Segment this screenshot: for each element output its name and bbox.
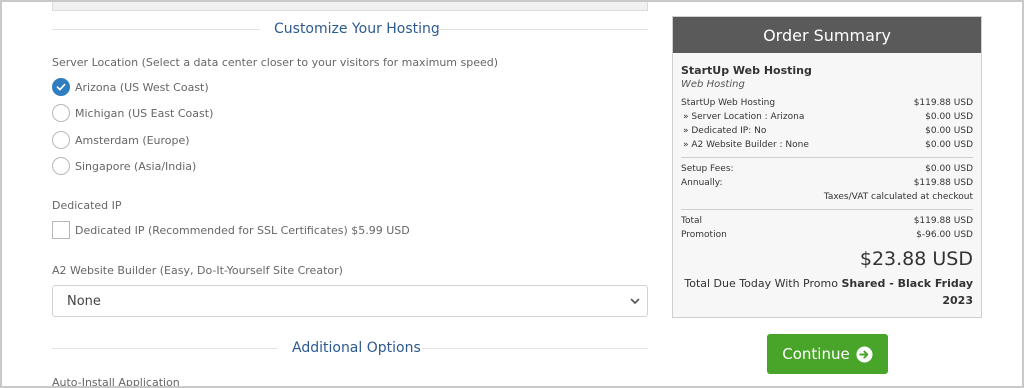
summary-divider: [681, 157, 973, 158]
summary-product-group: Web Hosting: [681, 79, 745, 90]
checkbox-label: Dedicated IP (Recommended for SSL Certif…: [75, 223, 410, 237]
customize-heading: Customize Your Hosting: [52, 19, 648, 39]
page-frame: Customize Your Hosting Server Location (…: [0, 0, 1024, 388]
previous-panel-edge: [52, 2, 648, 11]
summary-line: » A2 Website Builder : None $0.00 USD: [681, 138, 973, 152]
website-builder-select[interactable]: None: [52, 285, 648, 317]
order-summary: Order Summary StartUp Web Hosting Web Ho…: [672, 16, 982, 318]
annually-row: Annually: $119.88 USD: [681, 176, 973, 190]
summary-divider: [681, 209, 973, 210]
setup-fees-value: $0.00 USD: [925, 164, 973, 174]
dedicated-ip-label: Dedicated IP: [52, 199, 122, 212]
continue-button[interactable]: Continue: [767, 334, 888, 374]
radio-arizona[interactable]: Arizona (US West Coast): [52, 78, 209, 96]
total-due-text: Total Due Today With Promo Shared - Blac…: [681, 275, 973, 309]
customize-title: Customize Your Hosting: [274, 21, 440, 37]
dedicated-ip-checkbox[interactable]: Dedicated IP (Recommended for SSL Certif…: [52, 221, 410, 239]
order-summary-body: StartUp Web Hosting Web Hosting StartUp …: [673, 64, 981, 309]
promotion-row: Promotion $-96.00 USD: [681, 228, 973, 242]
promo-name: Shared - Black Friday 2023: [841, 277, 973, 307]
radio-indicator: [52, 157, 70, 175]
annually-label: Annually:: [681, 178, 723, 188]
total-label: Total: [681, 216, 703, 226]
summary-line: » Server Location : Arizona $0.00 USD: [681, 110, 973, 124]
heading-rule-left: [52, 29, 260, 30]
order-summary-header: Order Summary: [673, 17, 981, 53]
radio-singapore[interactable]: Singapore (Asia/India): [52, 157, 196, 175]
summary-line-label: » Server Location : Arizona: [683, 112, 805, 122]
radio-indicator: [52, 131, 70, 149]
summary-line-value: $0.00 USD: [925, 140, 973, 150]
additional-title: Additional Options: [292, 340, 421, 356]
heading-rule-left: [52, 348, 278, 349]
radio-label: Arizona (US West Coast): [75, 80, 209, 94]
setup-fees-label: Setup Fees:: [681, 164, 734, 174]
summary-line: » Dedicated IP: No $0.00 USD: [681, 124, 973, 138]
checkbox-box[interactable]: [52, 221, 70, 239]
server-location-label: Server Location (Select a data center cl…: [52, 56, 499, 69]
annually-value: $119.88 USD: [913, 178, 973, 188]
summary-line: StartUp Web Hosting $119.88 USD: [681, 96, 973, 110]
arrow-right-circle-icon: [856, 345, 873, 363]
summary-line-value: $119.88 USD: [913, 98, 973, 108]
radio-michigan[interactable]: Michigan (US East Coast): [52, 104, 213, 122]
summary-line-label: » Dedicated IP: No: [683, 126, 767, 136]
radio-label: Amsterdam (Europe): [75, 133, 190, 147]
total-row: Total $119.88 USD: [681, 214, 973, 228]
total-value: $119.88 USD: [913, 216, 973, 226]
heading-rule-right: [438, 29, 648, 30]
setup-fees-row: Setup Fees: $0.00 USD: [681, 162, 973, 176]
tax-note: Taxes/VAT calculated at checkout: [823, 192, 973, 202]
auto-install-label: Auto-Install Application: [52, 376, 180, 388]
summary-line-value: $0.00 USD: [925, 112, 973, 122]
radio-label: Singapore (Asia/India): [75, 159, 197, 173]
radio-indicator: [52, 104, 70, 122]
website-builder-label: A2 Website Builder (Easy, Do-It-Yourself…: [52, 264, 343, 277]
promotion-value: $-96.00 USD: [916, 230, 973, 240]
promotion-label: Promotion: [681, 230, 727, 240]
summary-line-value: $0.00 USD: [925, 126, 973, 136]
heading-rule-right: [422, 348, 648, 349]
additional-heading: Additional Options: [52, 338, 648, 358]
chevron-down-icon: [630, 298, 640, 304]
total-due-label: Total Due Today With Promo: [684, 277, 842, 290]
continue-label: Continue: [782, 345, 850, 363]
summary-line-label: StartUp Web Hosting: [681, 98, 776, 108]
radio-indicator-checked: [52, 78, 70, 96]
radio-amsterdam[interactable]: Amsterdam (Europe): [52, 131, 190, 149]
select-value: None: [67, 293, 101, 309]
radio-label: Michigan (US East Coast): [75, 106, 214, 120]
summary-product-name: StartUp Web Hosting: [681, 64, 812, 77]
summary-line-label: » A2 Website Builder : None: [683, 140, 809, 150]
order-summary-title: Order Summary: [763, 25, 891, 45]
total-due-amount: $23.88 USD: [859, 248, 973, 270]
check-icon: [56, 83, 66, 91]
